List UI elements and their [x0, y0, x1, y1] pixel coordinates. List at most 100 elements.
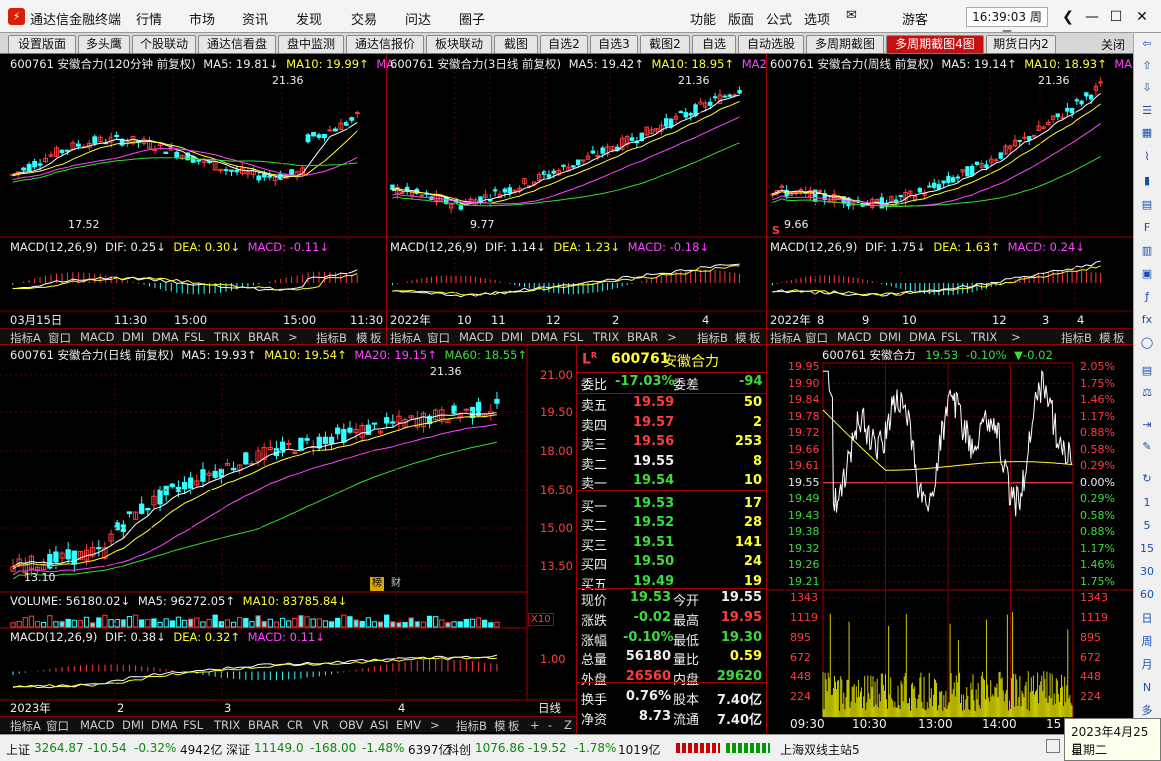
period-week[interactable]: 周 [1138, 634, 1156, 650]
tab-template[interactable]: 模 [735, 330, 747, 346]
period-multi[interactable]: 多 [1138, 703, 1156, 719]
menu-item-layout[interactable]: 版面 [728, 9, 754, 28]
tab-dma[interactable]: DMA [531, 330, 558, 344]
period-n[interactable]: N [1138, 680, 1156, 696]
tab-fsl[interactable]: FSL [563, 330, 583, 344]
period-60min[interactable]: 60 [1138, 587, 1156, 603]
tab-board[interactable]: 板 [370, 330, 382, 346]
tab-screenshot-2[interactable]: 截图2 [640, 35, 690, 53]
tab-watchlist[interactable]: 自选 [692, 35, 736, 53]
tab-fsl[interactable]: FSL [184, 330, 204, 344]
arrow-up-icon[interactable]: ⇧ [1138, 58, 1156, 74]
period-15min[interactable]: 15 [1138, 541, 1156, 557]
bid-price[interactable]: 19.53 [633, 496, 674, 511]
list-icon[interactable]: ☰ [1138, 103, 1156, 119]
tab-board[interactable]: 板 [749, 330, 761, 346]
tab-multi-period-4[interactable]: 多周期截图4图 [886, 35, 984, 53]
tab-template[interactable]: 模 [1099, 330, 1111, 346]
tab-screenshot[interactable]: 截图 [494, 35, 538, 53]
tab-macd[interactable]: MACD [80, 330, 114, 344]
fx-icon[interactable]: fx [1138, 312, 1156, 328]
ask-price[interactable]: 19.59 [633, 395, 674, 410]
period-30min[interactable]: 30 [1138, 564, 1156, 580]
menu-item-formula[interactable]: 公式 [766, 9, 792, 28]
tab-obv[interactable]: OBV [339, 718, 363, 732]
zoom-reset-button[interactable]: Z [564, 718, 572, 732]
menu-item-ask[interactable]: 问达 [405, 9, 431, 28]
menu-item-options[interactable]: 选项 [804, 9, 830, 28]
tab-macd[interactable]: MACD [837, 330, 871, 344]
tab-indicator-a[interactable]: 指标A [10, 718, 41, 734]
tab-indicator-b[interactable]: 指标B [1061, 330, 1092, 346]
line-chart-icon[interactable]: ⌇ [1138, 149, 1156, 165]
period-label[interactable]: 日线 [538, 700, 561, 716]
tab-indicator-b[interactable]: 指标B [316, 330, 347, 346]
tab-macd[interactable]: MACD [80, 718, 114, 732]
menu-item-trade[interactable]: 交易 [351, 9, 377, 28]
tab-asi[interactable]: ASI [370, 718, 389, 732]
tab-stock-linkage[interactable]: 个股联动 [132, 35, 196, 53]
tab-fsl[interactable]: FSL [941, 330, 961, 344]
circle-icon[interactable]: ◯ [1138, 335, 1156, 351]
arrow-left-icon[interactable]: ⇦ [1138, 36, 1156, 52]
tab-indicator-a[interactable]: 指标A [10, 330, 41, 346]
book-icon[interactable]: ▥ [1138, 243, 1156, 259]
tab-trix[interactable]: TRIX [971, 330, 997, 344]
tab-trix[interactable]: TRIX [214, 330, 240, 344]
tab-cr[interactable]: CR [287, 718, 303, 732]
tab-template[interactable]: 模 [494, 718, 506, 734]
tab-futures-intraday-2[interactable]: 期货日内2 [986, 35, 1056, 53]
tab-intraday-monitor[interactable]: 盘中监测 [278, 35, 344, 53]
tab-indicator-b[interactable]: 指标B [697, 330, 728, 346]
tab-bull-eagle[interactable]: 多头鹰 [78, 35, 130, 53]
minimize-icon[interactable]: — [1082, 7, 1102, 27]
ask-price[interactable]: 19.55 [633, 454, 674, 469]
tab-vr[interactable]: VR [313, 718, 329, 732]
menu-item-market[interactable]: 市场 [189, 9, 215, 28]
bid-price[interactable]: 19.51 [633, 535, 674, 550]
server-station[interactable]: 上海双线主站5 [780, 741, 860, 758]
maximize-icon[interactable]: ☐ [1106, 7, 1126, 27]
tab-brar[interactable]: BRAR [248, 330, 279, 344]
bid-price[interactable]: 19.49 [633, 574, 674, 589]
tab-dma[interactable]: DMA [151, 718, 178, 732]
scale-icon[interactable]: ⚖ [1138, 385, 1156, 401]
tab-window[interactable]: 窗口 [805, 330, 828, 346]
formula-icon[interactable]: ƒ [1138, 289, 1156, 305]
tab-indicator-b[interactable]: 指标B [456, 718, 487, 734]
period-day[interactable]: 日 [1138, 611, 1156, 627]
bid-price[interactable]: 19.52 [633, 515, 674, 530]
tab-trix[interactable]: TRIX [593, 330, 619, 344]
tab-multi-period[interactable]: 多周期截图 [806, 35, 884, 53]
period-1min[interactable]: 1 [1138, 495, 1156, 511]
tab-fsl[interactable]: FSL [183, 718, 203, 732]
back-icon[interactable]: ❮ [1058, 7, 1078, 27]
tab-more[interactable]: > [1011, 330, 1021, 344]
pen-icon[interactable]: ✎ [1138, 439, 1156, 455]
tab-board[interactable]: 板 [1113, 330, 1125, 346]
finance-badge[interactable]: 财 [389, 577, 403, 591]
tab-quote-list[interactable]: 通达信报价 [346, 35, 424, 53]
guest-login[interactable]: 游客 [902, 9, 928, 28]
f10-icon[interactable]: F [1138, 220, 1156, 236]
tab-trix[interactable]: TRIX [214, 718, 240, 732]
tab-watchlist-2[interactable]: 自选2 [540, 35, 588, 53]
menu-item-quotes[interactable]: 行情 [136, 9, 162, 28]
tab-template[interactable]: 模 [356, 330, 368, 346]
export-icon[interactable]: ⇥ [1138, 417, 1156, 433]
tab-dmi[interactable]: DMI [122, 718, 144, 732]
tab-brar[interactable]: BRAR [248, 718, 279, 732]
zoom-in-button[interactable]: + [530, 718, 540, 732]
zoom-out-button[interactable]: - [548, 718, 552, 732]
ask-price[interactable]: 19.54 [633, 473, 674, 488]
menu-item-function[interactable]: 功能 [690, 9, 716, 28]
bid-price[interactable]: 19.50 [633, 554, 674, 569]
tab-window[interactable]: 窗口 [46, 718, 69, 734]
tab-sector-linkage[interactable]: 板块联动 [426, 35, 492, 53]
close-tab-button[interactable]: 关闭 [1101, 36, 1125, 53]
tab-window[interactable]: 窗口 [48, 330, 71, 346]
tab-brar[interactable]: BRAR [627, 330, 658, 344]
tab-auto-screen[interactable]: 自动选股 [738, 35, 804, 53]
kline-icon[interactable]: ▮ [1138, 173, 1156, 189]
tab-dma[interactable]: DMA [909, 330, 936, 344]
